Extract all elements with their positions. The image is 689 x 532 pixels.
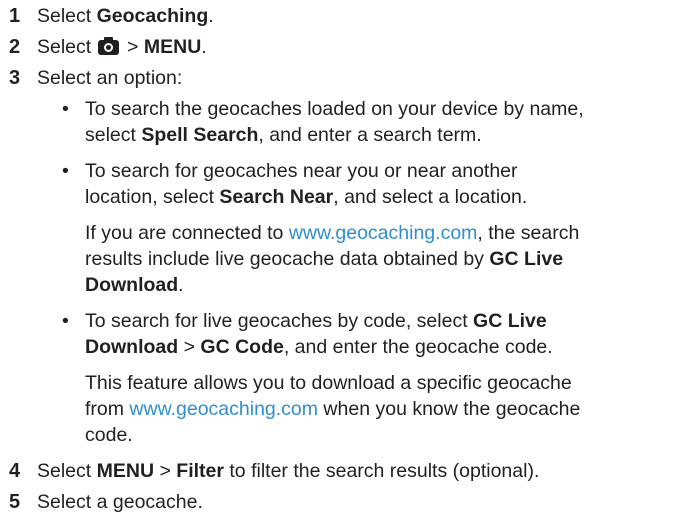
step-text-plain: . [208, 5, 214, 27]
ui-term: Download [85, 336, 179, 358]
separator: > [121, 36, 144, 58]
step-text-plain: to filter the search results (optional). [223, 460, 540, 482]
step-text: Select MENU > Filter to filter the searc… [37, 459, 539, 484]
ui-term: Spell Search [141, 124, 259, 146]
ui-term: GC Code [200, 336, 284, 358]
step-number: 5 [9, 491, 21, 513]
step-number: 1 [9, 5, 21, 27]
option-text-plain: , and select a location. [333, 186, 528, 208]
ui-term: GC Live [489, 248, 564, 270]
step-text: Select Geocaching. [37, 4, 214, 29]
option-note-line: If you are connected to www.geocaching.c… [85, 221, 579, 246]
note-text-plain: If you are connected to [85, 222, 289, 244]
geocaching-link[interactable]: www.geocaching.com [129, 398, 318, 420]
ui-term: MENU [96, 460, 155, 482]
option-note-line: Download. [85, 273, 184, 298]
step-text: Select a geocache. [37, 491, 203, 513]
note-text-plain: results include live geocache data obtai… [85, 248, 490, 270]
option-line: To search the geocaches loaded on your d… [85, 98, 584, 120]
separator: > [154, 460, 177, 482]
step-number: 4 [9, 460, 21, 482]
option-note-line: from www.geocaching.com when you know th… [85, 397, 580, 422]
step-text-plain: Select [37, 460, 97, 482]
ui-term: Geocaching [96, 5, 209, 27]
option-line: Download > GC Code, and enter the geocac… [85, 335, 553, 360]
step-text: Select an option: [37, 67, 183, 89]
step-number: 2 [9, 36, 21, 58]
ui-term: Search Near [219, 186, 334, 208]
option-line: To search for live geocaches by code, se… [85, 309, 547, 334]
note-text-plain: . [178, 274, 184, 296]
bullet: • [62, 98, 69, 120]
option-line: To search for geocaches near you or near… [85, 160, 518, 182]
option-text-plain: location, select [85, 186, 220, 208]
ui-term: MENU [143, 36, 202, 58]
bullet: • [62, 310, 69, 332]
option-line: select Spell Search, and enter a search … [85, 123, 482, 148]
step-number: 3 [9, 67, 21, 89]
note-text-plain: , the search [477, 222, 580, 244]
option-text-plain: , and enter the geocache code. [283, 336, 553, 358]
option-note-line: code. [85, 424, 133, 446]
option-line: location, select Search Near, and select… [85, 185, 527, 210]
option-note-line: results include live geocache data obtai… [85, 247, 563, 272]
note-text-plain: from [85, 398, 130, 420]
option-text-plain: select [85, 124, 142, 146]
step-text-plain: . [201, 36, 207, 58]
camera-icon [97, 37, 119, 56]
note-text-plain: when you know the geocache [318, 398, 581, 420]
geocaching-link[interactable]: www.geocaching.com [289, 222, 478, 244]
option-text-plain: To search for live geocaches by code, se… [85, 310, 474, 332]
option-note-line: This feature allows you to download a sp… [85, 372, 572, 394]
ui-term: Filter [176, 460, 224, 482]
ui-term: Download [85, 274, 179, 296]
ui-term: GC Live [473, 310, 547, 332]
step-text-plain: Select [37, 36, 97, 58]
bullet: • [62, 160, 69, 182]
option-text-plain: , and enter a search term. [258, 124, 482, 146]
step-text: Select > MENU. [37, 35, 207, 60]
separator: > [178, 336, 201, 358]
step-text-plain: Select [37, 5, 97, 27]
